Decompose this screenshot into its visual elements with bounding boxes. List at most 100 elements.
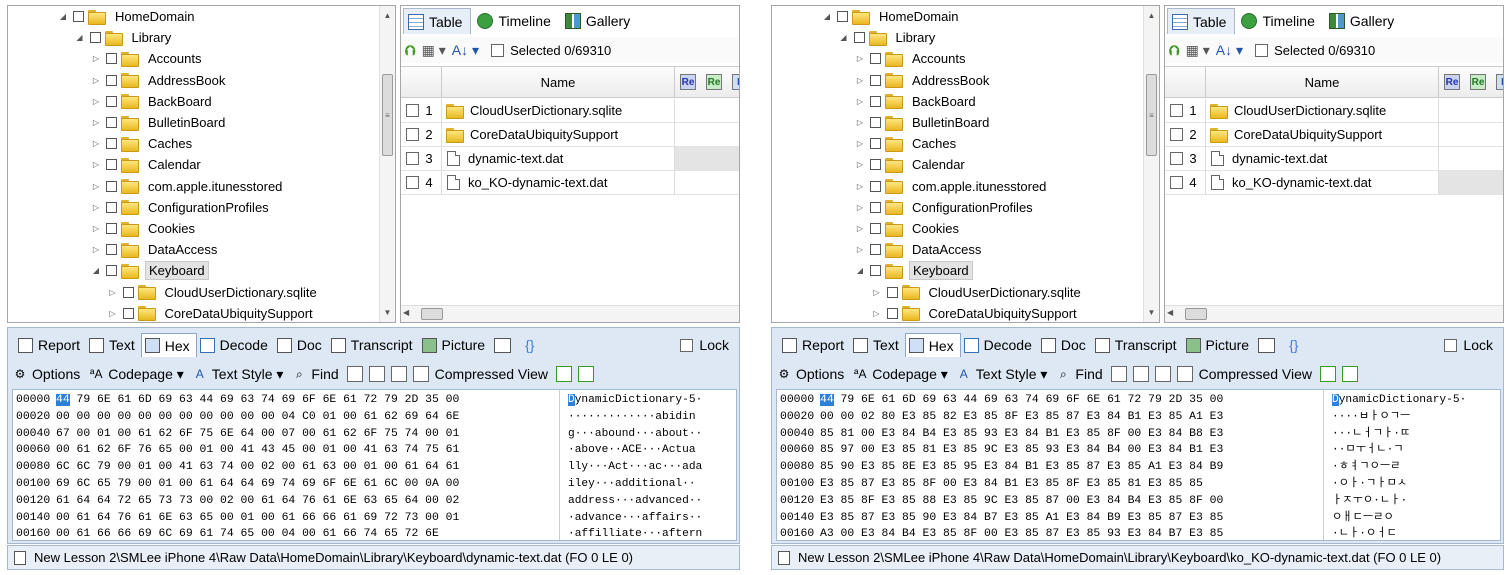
bookmark-down-icon[interactable]	[1342, 366, 1359, 382]
tree-checkbox[interactable]	[122, 307, 134, 319]
tree-node[interactable]: ◢ Keyboard	[855, 260, 973, 281]
tree-node[interactable]: ▷ Caches	[91, 133, 195, 154]
expand-triangle-icon[interactable]: ▷	[91, 118, 101, 127]
tree-checkbox[interactable]	[106, 74, 117, 86]
codepage-button[interactable]: ªA Codepage ▾	[88, 366, 184, 383]
tree-checkbox[interactable]	[106, 201, 117, 213]
scroll-left-arrow-icon[interactable]: ◀	[403, 308, 409, 317]
tree-node[interactable]: ▷ AddressBook	[855, 70, 992, 91]
columns-icon[interactable]: ▦ ▾	[422, 42, 446, 59]
table-row[interactable]: 1 CloudUserDictionary.sqlite	[1165, 98, 1503, 123]
expand-triangle-icon[interactable]: ▷	[855, 139, 865, 148]
tree-node[interactable]: ▷ BulletinBoard	[91, 112, 228, 133]
select-all-checkbox[interactable]	[491, 43, 505, 57]
collapse-triangle-icon[interactable]: ◢	[75, 33, 85, 42]
tree-checkbox[interactable]	[106, 95, 117, 107]
tree-checkbox[interactable]	[106, 159, 117, 171]
tree-node[interactable]: ▷ Cookies	[91, 218, 198, 239]
tree-checkbox[interactable]	[870, 159, 881, 171]
tree-checkbox[interactable]	[853, 32, 865, 44]
grid-hscrollbar[interactable]: ◀	[401, 305, 739, 322]
table-row[interactable]: 3 dynamic-text.dat	[401, 146, 739, 171]
expand-triangle-icon[interactable]: ▷	[91, 76, 101, 85]
expand-triangle-icon[interactable]: ▷	[91, 139, 101, 148]
col-re-1[interactable]: Re	[680, 74, 696, 90]
collapse-triangle-icon[interactable]: ◢	[822, 12, 832, 21]
tree-scrollbar[interactable]: ▲ ≡ ▼	[1143, 6, 1159, 322]
tab-picture[interactable]: Picture	[419, 333, 492, 357]
text-style-button[interactable]: A Text Style ▾	[956, 366, 1048, 383]
options-button[interactable]: ⚙ Options	[776, 366, 845, 382]
tree-node[interactable]: ▷ ConfigurationProfiles	[855, 197, 1036, 218]
tab-json[interactable]: {}	[522, 333, 540, 357]
tree-node[interactable]: ◢ Keyboard	[91, 260, 209, 281]
tree-checkbox[interactable]	[106, 223, 117, 234]
tree-node[interactable]: ▷ BulletinBoard	[855, 112, 992, 133]
tree-checkbox[interactable]	[106, 117, 117, 128]
tree-node[interactable]: ▷ DataAccess	[855, 239, 984, 260]
tab-console[interactable]	[491, 333, 522, 357]
tree-node[interactable]: ▷ ConfigurationProfiles	[91, 197, 272, 218]
expand-triangle-icon[interactable]: ▷	[855, 224, 865, 233]
tree-node[interactable]: ▷ Calendar	[91, 154, 204, 175]
name-column-header[interactable]: Name	[441, 67, 675, 98]
expand-triangle-icon[interactable]: ▷	[872, 309, 882, 318]
expand-triangle-icon[interactable]: ▷	[91, 245, 101, 254]
tree-node[interactable]: ▷ Caches	[855, 133, 959, 154]
grid-hscrollbar[interactable]: ◀	[1165, 305, 1503, 322]
lock-toggle[interactable]: Lock	[680, 337, 729, 353]
tab-hex[interactable]: Hex	[140, 333, 197, 357]
tab-table[interactable]: Table	[1167, 8, 1236, 34]
tree-checkbox[interactable]	[837, 11, 848, 22]
tree-node[interactable]: ▷ com.apple.itunesstored	[91, 176, 285, 197]
tree-checkbox[interactable]	[870, 117, 881, 128]
tree-checkbox[interactable]	[106, 138, 117, 150]
expand-triangle-icon[interactable]: ▷	[855, 245, 865, 254]
text-style-button[interactable]: A Text Style ▾	[192, 366, 284, 383]
tree-node[interactable]: ▷ Accounts	[91, 48, 204, 69]
tree-node[interactable]: ◢ HomeDomain	[58, 6, 197, 27]
tree-checkbox[interactable]	[122, 286, 134, 298]
col-re-2[interactable]: Re	[706, 74, 722, 90]
tree-checkbox[interactable]	[870, 74, 881, 86]
row-checkbox[interactable]	[406, 176, 419, 189]
up-arrow-icon[interactable]: ⮉	[1169, 42, 1180, 59]
hex-view[interactable]: 00000 44 79 6E 61 6D 69 63 44 69 63 74 69…	[12, 389, 737, 541]
expand-triangle-icon[interactable]: ▷	[91, 97, 101, 106]
tree-node[interactable]: ▷ Cookies	[855, 218, 962, 239]
tree-checkbox[interactable]	[89, 32, 101, 44]
lock-checkbox[interactable]	[1444, 338, 1458, 352]
select-all-checkbox[interactable]	[1255, 43, 1269, 57]
codepage-button[interactable]: ªA Codepage ▾	[852, 366, 948, 383]
tab-transcript[interactable]: Transcript	[1092, 333, 1183, 357]
tree-checkbox[interactable]	[870, 95, 881, 107]
copy-icon[interactable]	[1110, 366, 1127, 382]
collapse-triangle-icon[interactable]: ◢	[855, 266, 865, 275]
tab-transcript[interactable]: Transcript	[328, 333, 419, 357]
tree-node[interactable]: ▷ Accounts	[855, 48, 968, 69]
tree-checkbox[interactable]	[870, 201, 881, 213]
expand-triangle-icon[interactable]: ▷	[855, 76, 865, 85]
tab-doc[interactable]: Doc	[1038, 333, 1092, 357]
options-button[interactable]: ⚙ Options	[12, 366, 81, 382]
tree-node[interactable]: ◢ HomeDomain	[822, 6, 961, 27]
tab-decode[interactable]: Decode	[961, 333, 1038, 357]
tree-checkbox[interactable]	[870, 180, 881, 192]
tab-picture[interactable]: Picture	[1183, 333, 1256, 357]
lock-toggle[interactable]: Lock	[1444, 337, 1493, 353]
expand-triangle-icon[interactable]: ▷	[108, 288, 118, 297]
table-row[interactable]: 4 ko_KO-dynamic-text.dat	[1165, 170, 1503, 195]
tree-checkbox[interactable]	[106, 244, 117, 256]
tree-checkbox[interactable]	[73, 11, 84, 22]
expand-triangle-icon[interactable]: ▷	[108, 309, 118, 318]
expand-triangle-icon[interactable]: ▷	[91, 203, 101, 212]
compressed-view-button[interactable]: Compressed View	[412, 366, 548, 382]
export-icon[interactable]	[368, 366, 385, 382]
table-row[interactable]: 2 CoreDataUbiquitySupport	[1165, 122, 1503, 147]
tab-hex[interactable]: Hex	[904, 333, 961, 357]
expand-triangle-icon[interactable]: ▷	[855, 203, 865, 212]
expand-triangle-icon[interactable]: ▷	[855, 160, 865, 169]
tab-report[interactable]: Report	[15, 333, 86, 357]
tree-checkbox[interactable]	[870, 53, 881, 65]
expand-triangle-icon[interactable]: ▷	[855, 182, 865, 191]
